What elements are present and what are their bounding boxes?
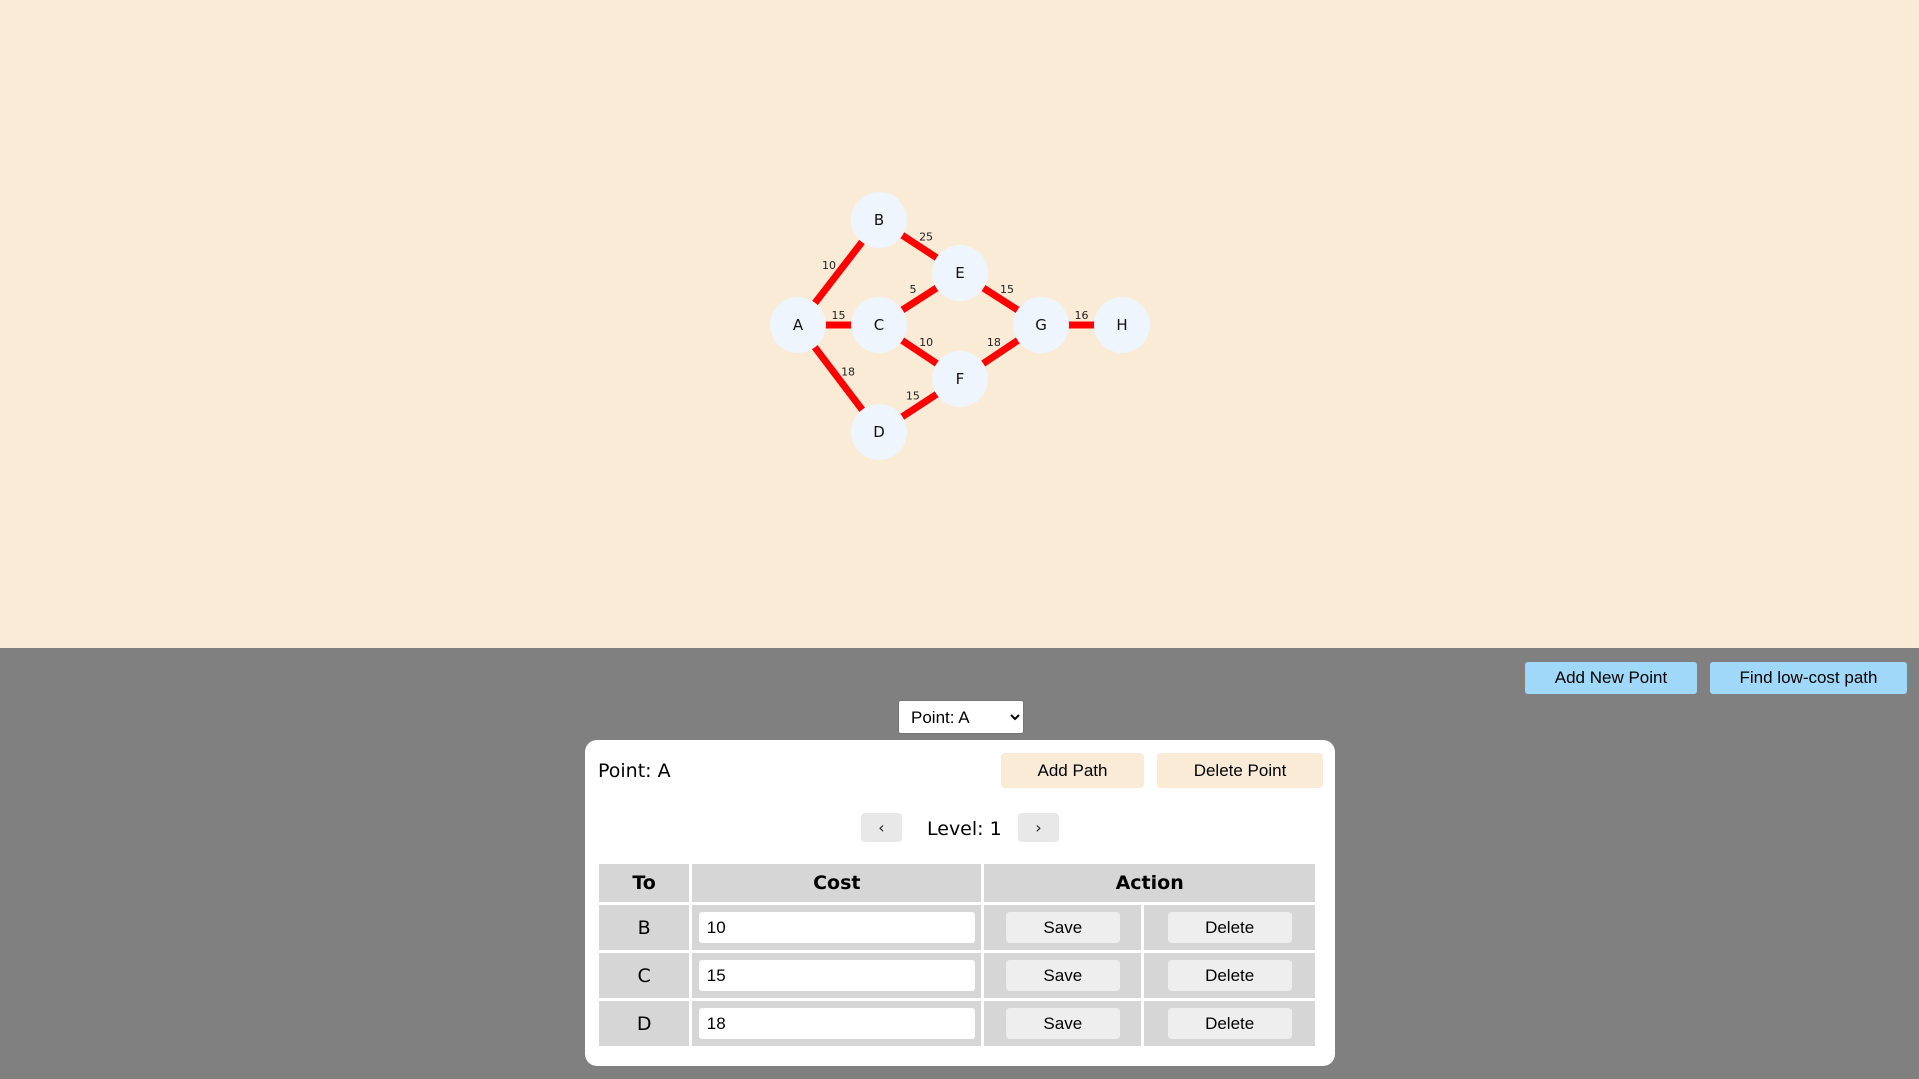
cost-cell xyxy=(692,1001,982,1046)
node-label: E xyxy=(955,264,964,282)
delete-button[interactable]: Delete xyxy=(1167,912,1292,943)
header-to: To xyxy=(599,864,690,902)
to-cell: B xyxy=(599,905,690,950)
node-a[interactable]: A xyxy=(770,297,826,353)
delete-cell: Delete xyxy=(1144,1001,1315,1046)
graph-canvas[interactable]: 10 15 18 25 5 10 15 15 18 16 A B C D E F G H xyxy=(0,0,1919,648)
table-header-row: To Cost Action xyxy=(599,864,1315,902)
node-f[interactable]: F xyxy=(932,351,988,407)
node-c[interactable]: C xyxy=(851,297,907,353)
cost-input[interactable] xyxy=(698,960,975,991)
save-cell: Save xyxy=(984,1001,1142,1046)
level-next-button[interactable]: › xyxy=(1018,813,1059,842)
add-path-button[interactable]: Add Path xyxy=(1001,753,1144,788)
edge-cost-label: 10 xyxy=(919,336,933,349)
save-button[interactable]: Save xyxy=(1005,960,1120,991)
point-select[interactable]: Point: A xyxy=(898,700,1024,734)
edge-cost-label: 10 xyxy=(822,259,836,272)
node-label: A xyxy=(793,316,804,334)
cost-input[interactable] xyxy=(698,912,975,943)
chevron-right-icon: › xyxy=(1035,818,1042,837)
path-table: To Cost Action B Save Delete xyxy=(596,861,1318,1049)
cost-cell xyxy=(692,953,982,998)
table-row: D Save Delete xyxy=(599,1001,1315,1046)
node-h[interactable]: H xyxy=(1094,297,1150,353)
panel-title: Point: A xyxy=(598,760,671,782)
delete-cell: Delete xyxy=(1144,905,1315,950)
node-label: B xyxy=(874,211,884,229)
edge-cost-label: 18 xyxy=(841,365,855,378)
table-row: C Save Delete xyxy=(599,953,1315,998)
delete-point-button[interactable]: Delete Point xyxy=(1157,753,1323,788)
to-cell: D xyxy=(599,1001,690,1046)
save-button[interactable]: Save xyxy=(1005,912,1120,943)
node-label: C xyxy=(874,316,884,334)
point-panel: Point: A Add Path Delete Point ‹ Level: … xyxy=(585,740,1335,1066)
header-action: Action xyxy=(984,864,1315,902)
edge-cost-label: 25 xyxy=(919,230,933,243)
edge-cost-label: 15 xyxy=(906,389,920,402)
table-row: B Save Delete xyxy=(599,905,1315,950)
level-indicator: Level: 1 xyxy=(927,818,1002,840)
cost-input[interactable] xyxy=(698,1008,975,1039)
edge-cost-label: 15 xyxy=(832,309,846,322)
chevron-left-icon: ‹ xyxy=(878,818,885,837)
node-e[interactable]: E xyxy=(932,245,988,301)
edge-cost-label: 15 xyxy=(1000,283,1014,296)
header-cost: Cost xyxy=(692,864,982,902)
node-b[interactable]: B xyxy=(851,192,907,248)
cost-cell xyxy=(692,905,982,950)
node-d[interactable]: D xyxy=(851,404,907,460)
edge-cost-label: 5 xyxy=(910,283,917,296)
edge-cost-label: 18 xyxy=(987,336,1001,349)
node-label: D xyxy=(873,423,885,441)
delete-button[interactable]: Delete xyxy=(1167,960,1292,991)
level-prev-button[interactable]: ‹ xyxy=(861,813,902,842)
node-label: F xyxy=(956,370,965,388)
node-label: G xyxy=(1035,316,1047,334)
delete-cell: Delete xyxy=(1144,953,1315,998)
node-label: H xyxy=(1116,316,1127,334)
node-g[interactable]: G xyxy=(1013,297,1069,353)
save-cell: Save xyxy=(984,953,1142,998)
edge-cost-label: 16 xyxy=(1075,309,1089,322)
to-cell: C xyxy=(599,953,690,998)
save-cell: Save xyxy=(984,905,1142,950)
save-button[interactable]: Save xyxy=(1005,1008,1120,1039)
graph-svg[interactable]: 10 15 18 25 5 10 15 15 18 16 A B C D E F G H xyxy=(0,0,1919,648)
control-area: Add New Point Find low-cost path Point: … xyxy=(0,648,1919,1079)
delete-button[interactable]: Delete xyxy=(1167,1008,1292,1039)
find-low-cost-path-button[interactable]: Find low-cost path xyxy=(1710,662,1907,694)
add-new-point-button[interactable]: Add New Point xyxy=(1525,662,1697,694)
